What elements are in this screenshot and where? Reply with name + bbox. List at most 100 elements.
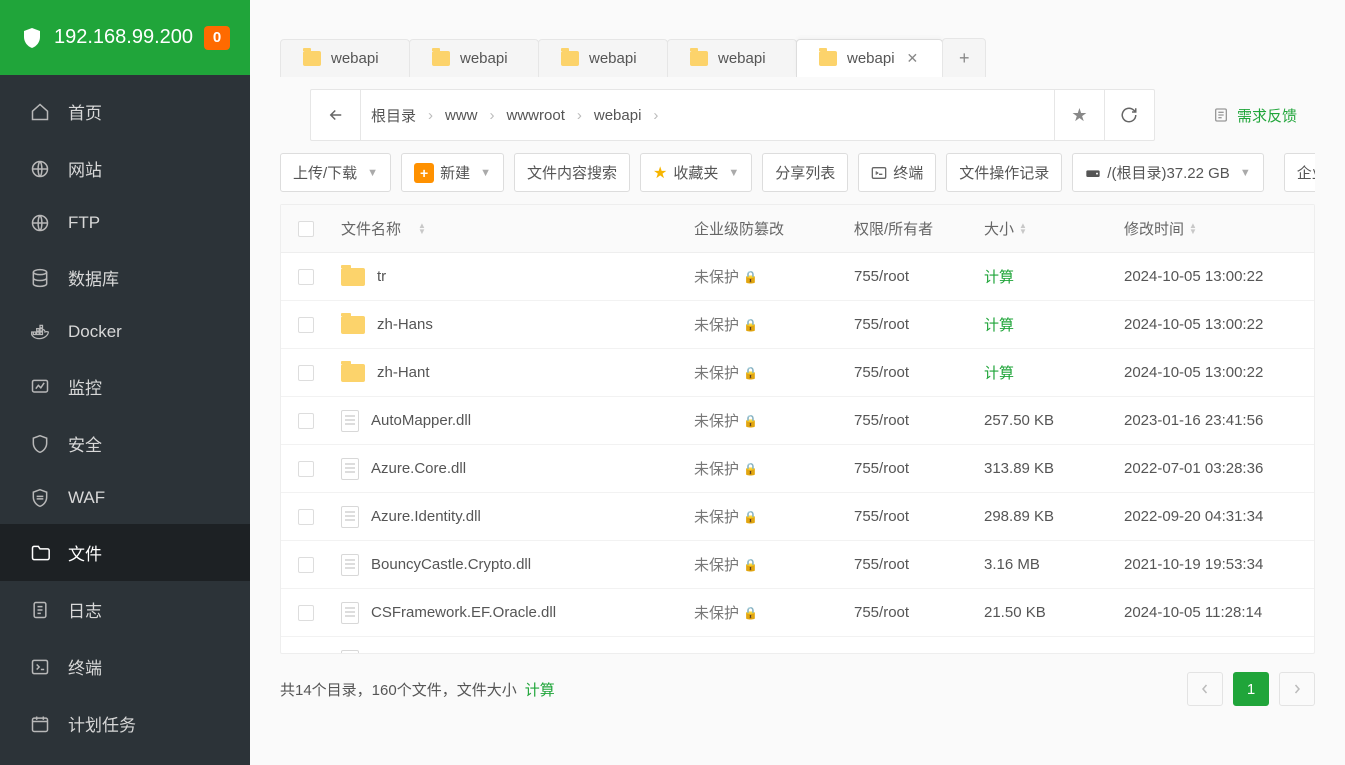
page-prev-button[interactable]	[1187, 672, 1223, 706]
row-checkbox[interactable]	[298, 365, 314, 381]
row-checkbox[interactable]	[298, 317, 314, 333]
breadcrumb-item[interactable]: webapi	[594, 107, 642, 124]
permission-owner[interactable]: 755/root	[854, 460, 909, 477]
file-name[interactable]: CSFramework.EF.Oracle.pdb	[371, 652, 566, 653]
chevron-right-icon: ›	[571, 107, 588, 124]
sort-icon: ▲▼	[418, 223, 426, 235]
table-row[interactable]: Azure.Core.dll 未保护 🔒 755/root 313.89 KB …	[281, 445, 1314, 493]
permission-owner[interactable]: 755/root	[854, 508, 909, 525]
main-content: webapiwebapiwebapiwebapiwebapi✕+ 根目录›www…	[250, 0, 1345, 765]
page-number-button[interactable]: 1	[1233, 672, 1269, 706]
sidebar-item-monitor[interactable]: 监控	[0, 358, 250, 415]
file-name[interactable]: BouncyCastle.Crypto.dll	[371, 556, 531, 573]
file-size: 313.89 KB	[984, 460, 1054, 477]
calc-size-link[interactable]: 计算	[984, 314, 1014, 335]
row-checkbox[interactable]	[298, 413, 314, 429]
table-header: 文件名称 ▲▼ 企业级防篡改 权限/所有者 大小 ▲▼ 修改时间 ▲▼	[281, 205, 1314, 253]
disk-usage-button[interactable]: /(根目录)37.22 GB▼	[1072, 153, 1263, 192]
tab[interactable]: webapi✕	[796, 39, 943, 77]
row-checkbox[interactable]	[298, 653, 314, 654]
file-name[interactable]: zh-Hans	[377, 316, 433, 333]
refresh-icon[interactable]	[1104, 90, 1154, 140]
lock-icon: 🔒	[743, 606, 758, 620]
row-checkbox[interactable]	[298, 605, 314, 621]
permission-owner[interactable]: 755/root	[854, 652, 909, 653]
sidebar-item-cron[interactable]: 计划任务	[0, 695, 250, 752]
terminal-button[interactable]: 终端	[858, 153, 936, 192]
permission-owner[interactable]: 755/root	[854, 412, 909, 429]
permission-owner[interactable]: 755/root	[854, 364, 909, 381]
new-plus-icon: +	[414, 163, 434, 183]
file-name[interactable]: tr	[377, 268, 386, 285]
breadcrumb-item[interactable]: wwwroot	[507, 107, 565, 124]
back-button[interactable]	[311, 90, 361, 140]
select-all-checkbox[interactable]	[298, 221, 314, 237]
table-row[interactable]: BouncyCastle.Crypto.dll 未保护 🔒 755/root 3…	[281, 541, 1314, 589]
column-header-size[interactable]: 大小 ▲▼	[974, 218, 1114, 239]
permission-owner[interactable]: 755/root	[854, 556, 909, 573]
shield-icon	[20, 26, 44, 50]
row-checkbox[interactable]	[298, 269, 314, 285]
new-button[interactable]: + 新建▼	[401, 153, 504, 192]
file-table: 文件名称 ▲▼ 企业级防篡改 权限/所有者 大小 ▲▼ 修改时间 ▲▼	[280, 204, 1315, 654]
sidebar-item-waf[interactable]: WAF	[0, 472, 250, 524]
sidebar-item-docker[interactable]: Docker	[0, 306, 250, 358]
permission-owner[interactable]: 755/root	[854, 316, 909, 333]
calc-size-link[interactable]: 计算	[984, 362, 1014, 383]
notification-badge[interactable]: 0	[204, 26, 230, 50]
tab[interactable]: webapi	[538, 39, 668, 77]
column-header-name[interactable]: 文件名称 ▲▼	[331, 218, 684, 239]
sidebar-item-file[interactable]: 文件	[0, 524, 250, 581]
table-row[interactable]: tr 未保护 🔒 755/root 计算 2024-10-05 13:00:22	[281, 253, 1314, 301]
sidebar-item-label: 计划任务	[68, 711, 136, 736]
sidebar-item-home[interactable]: 首页	[0, 83, 250, 140]
row-checkbox[interactable]	[298, 461, 314, 477]
sidebar-item-ftp[interactable]: FTP	[0, 197, 250, 249]
tab[interactable]: webapi	[409, 39, 539, 77]
table-row[interactable]: Azure.Identity.dll 未保护 🔒 755/root 298.89…	[281, 493, 1314, 541]
file-history-button[interactable]: 文件操作记录	[946, 153, 1062, 192]
favorites-button[interactable]: ★ 收藏夹▼	[640, 153, 752, 192]
column-header-permission[interactable]: 权限/所有者	[844, 218, 974, 239]
file-name[interactable]: Azure.Core.dll	[371, 460, 466, 477]
table-row[interactable]: CSFramework.EF.Oracle.pdb 未保护 🔒 755/root…	[281, 637, 1314, 653]
breadcrumb-item[interactable]: www	[445, 107, 478, 124]
column-header-mtime[interactable]: 修改时间 ▲▼	[1114, 218, 1314, 239]
permission-owner[interactable]: 755/root	[854, 604, 909, 621]
table-row[interactable]: AutoMapper.dll 未保护 🔒 755/root 257.50 KB …	[281, 397, 1314, 445]
sidebar-item-log[interactable]: 日志	[0, 581, 250, 638]
tab[interactable]: webapi	[280, 39, 410, 77]
tab[interactable]: webapi	[667, 39, 797, 77]
close-icon[interactable]: ✕	[905, 50, 921, 67]
table-row[interactable]: zh-Hans 未保护 🔒 755/root 计算 2024-10-05 13:…	[281, 301, 1314, 349]
table-row[interactable]: CSFramework.EF.Oracle.dll 未保护 🔒 755/root…	[281, 589, 1314, 637]
row-checkbox[interactable]	[298, 557, 314, 573]
tamper-proof-button[interactable]: 企业级防篡改	[1284, 153, 1315, 192]
protection-status: 未保护	[694, 362, 739, 383]
share-list-button[interactable]: 分享列表	[762, 153, 848, 192]
new-tab-button[interactable]: +	[942, 38, 986, 77]
sidebar-item-database[interactable]: 数据库	[0, 249, 250, 306]
file-name[interactable]: CSFramework.EF.Oracle.dll	[371, 604, 556, 621]
sidebar-item-site[interactable]: 网站	[0, 140, 250, 197]
file-name[interactable]: Azure.Identity.dll	[371, 508, 481, 525]
column-header-tamper[interactable]: 企业级防篡改	[684, 218, 844, 239]
folder-icon	[690, 51, 708, 66]
folder-icon	[341, 268, 365, 286]
upload-download-button[interactable]: 上传/下载▼	[280, 153, 391, 192]
page-next-button[interactable]	[1279, 672, 1315, 706]
feedback-link[interactable]: 需求反馈	[1195, 105, 1315, 126]
file-name[interactable]: zh-Hant	[377, 364, 430, 381]
file-name[interactable]: AutoMapper.dll	[371, 412, 471, 429]
breadcrumb-item[interactable]: 根目录	[371, 105, 416, 126]
row-checkbox[interactable]	[298, 509, 314, 525]
sidebar-item-security[interactable]: 安全	[0, 415, 250, 472]
content-search-button[interactable]: 文件内容搜索	[514, 153, 630, 192]
permission-owner[interactable]: 755/root	[854, 268, 909, 285]
file-icon	[341, 506, 359, 528]
sidebar-item-terminal[interactable]: 终端	[0, 638, 250, 695]
calc-size-link[interactable]: 计算	[984, 266, 1014, 287]
table-row[interactable]: zh-Hant 未保护 🔒 755/root 计算 2024-10-05 13:…	[281, 349, 1314, 397]
favorite-star-icon[interactable]: ★	[1054, 90, 1104, 140]
calc-size-link[interactable]: 计算	[525, 679, 555, 700]
